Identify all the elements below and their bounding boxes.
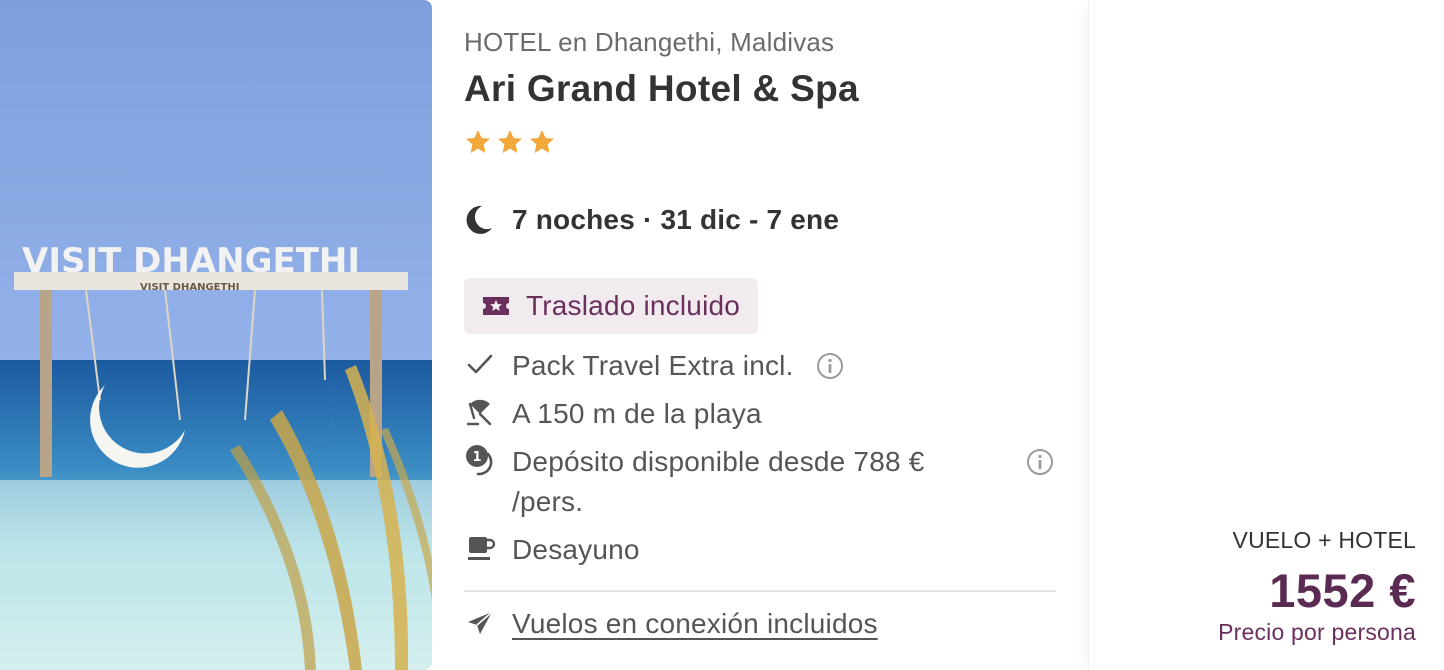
feature-pack-travel-extra: Pack Travel Extra incl. [464,346,844,386]
airplane-icon [468,611,493,634]
stay-dates: 7 noches · 31 dic - 7 ene [464,204,839,236]
stay-dates-text: 7 noches · 31 dic - 7 ene [512,204,840,235]
deposit-clock-icon: 1 [466,445,493,476]
connecting-flights-link[interactable]: Vuelos en conexión incluidos [512,608,878,640]
moon-icon [466,205,492,234]
transfer-included-label: Traslado incluido [526,290,741,321]
price-package-label: VUELO + HOTEL [1232,527,1416,553]
svg-text:1: 1 [472,450,481,465]
sign-text: VISIT DHANGETHI [22,241,360,281]
star-rating [464,128,556,156]
sign-subtext: VISIT DHANGETHI [140,282,239,293]
transfer-included-badge: Traslado incluido [464,278,759,334]
star-icon [466,130,490,153]
hotel-photo[interactable]: VISIT DHANGETHI VISIT DHANGETHI [0,0,432,670]
info-icon[interactable] [816,352,844,380]
coffee-cup-icon [468,537,496,560]
info-icon[interactable] [1026,448,1054,476]
check-icon [467,354,493,374]
beach-umbrella-icon [466,399,492,426]
divider [464,590,1056,592]
hotel-result-card[interactable]: VISIT DHANGETHI VISIT DHANGETHI HOTEL en… [0,0,1444,670]
price-value[interactable]: 1552 € [1269,563,1416,618]
feature-label: Pack Travel Extra incl. [512,350,794,381]
feature-deposit: 1 Depósito disponible desde 788 € /pers. [464,442,1056,522]
price-panel[interactable]: VUELO + HOTEL 1552 € Precio por persona [1088,0,1444,670]
feature-label: Depósito disponible desde 788 € /pers. [512,446,925,517]
star-icon [530,130,554,153]
hotel-info: HOTEL en Dhangethi, Maldivas Ari Grand H… [432,0,1088,670]
hotel-name[interactable]: Ari Grand Hotel & Spa [464,68,859,110]
ticket-icon [483,297,509,315]
price-per-person-note: Precio por persona [1218,619,1416,645]
star-icon [498,130,522,153]
feature-breakfast: Desayuno [464,530,640,570]
flights-row: Vuelos en conexión incluidos [464,608,878,640]
hotel-type-location: HOTEL en Dhangethi, Maldivas [464,27,835,57]
feature-label: A 150 m de la playa [512,398,762,429]
feature-label: Desayuno [512,534,640,565]
feature-beach-distance: A 150 m de la playa [464,394,762,434]
